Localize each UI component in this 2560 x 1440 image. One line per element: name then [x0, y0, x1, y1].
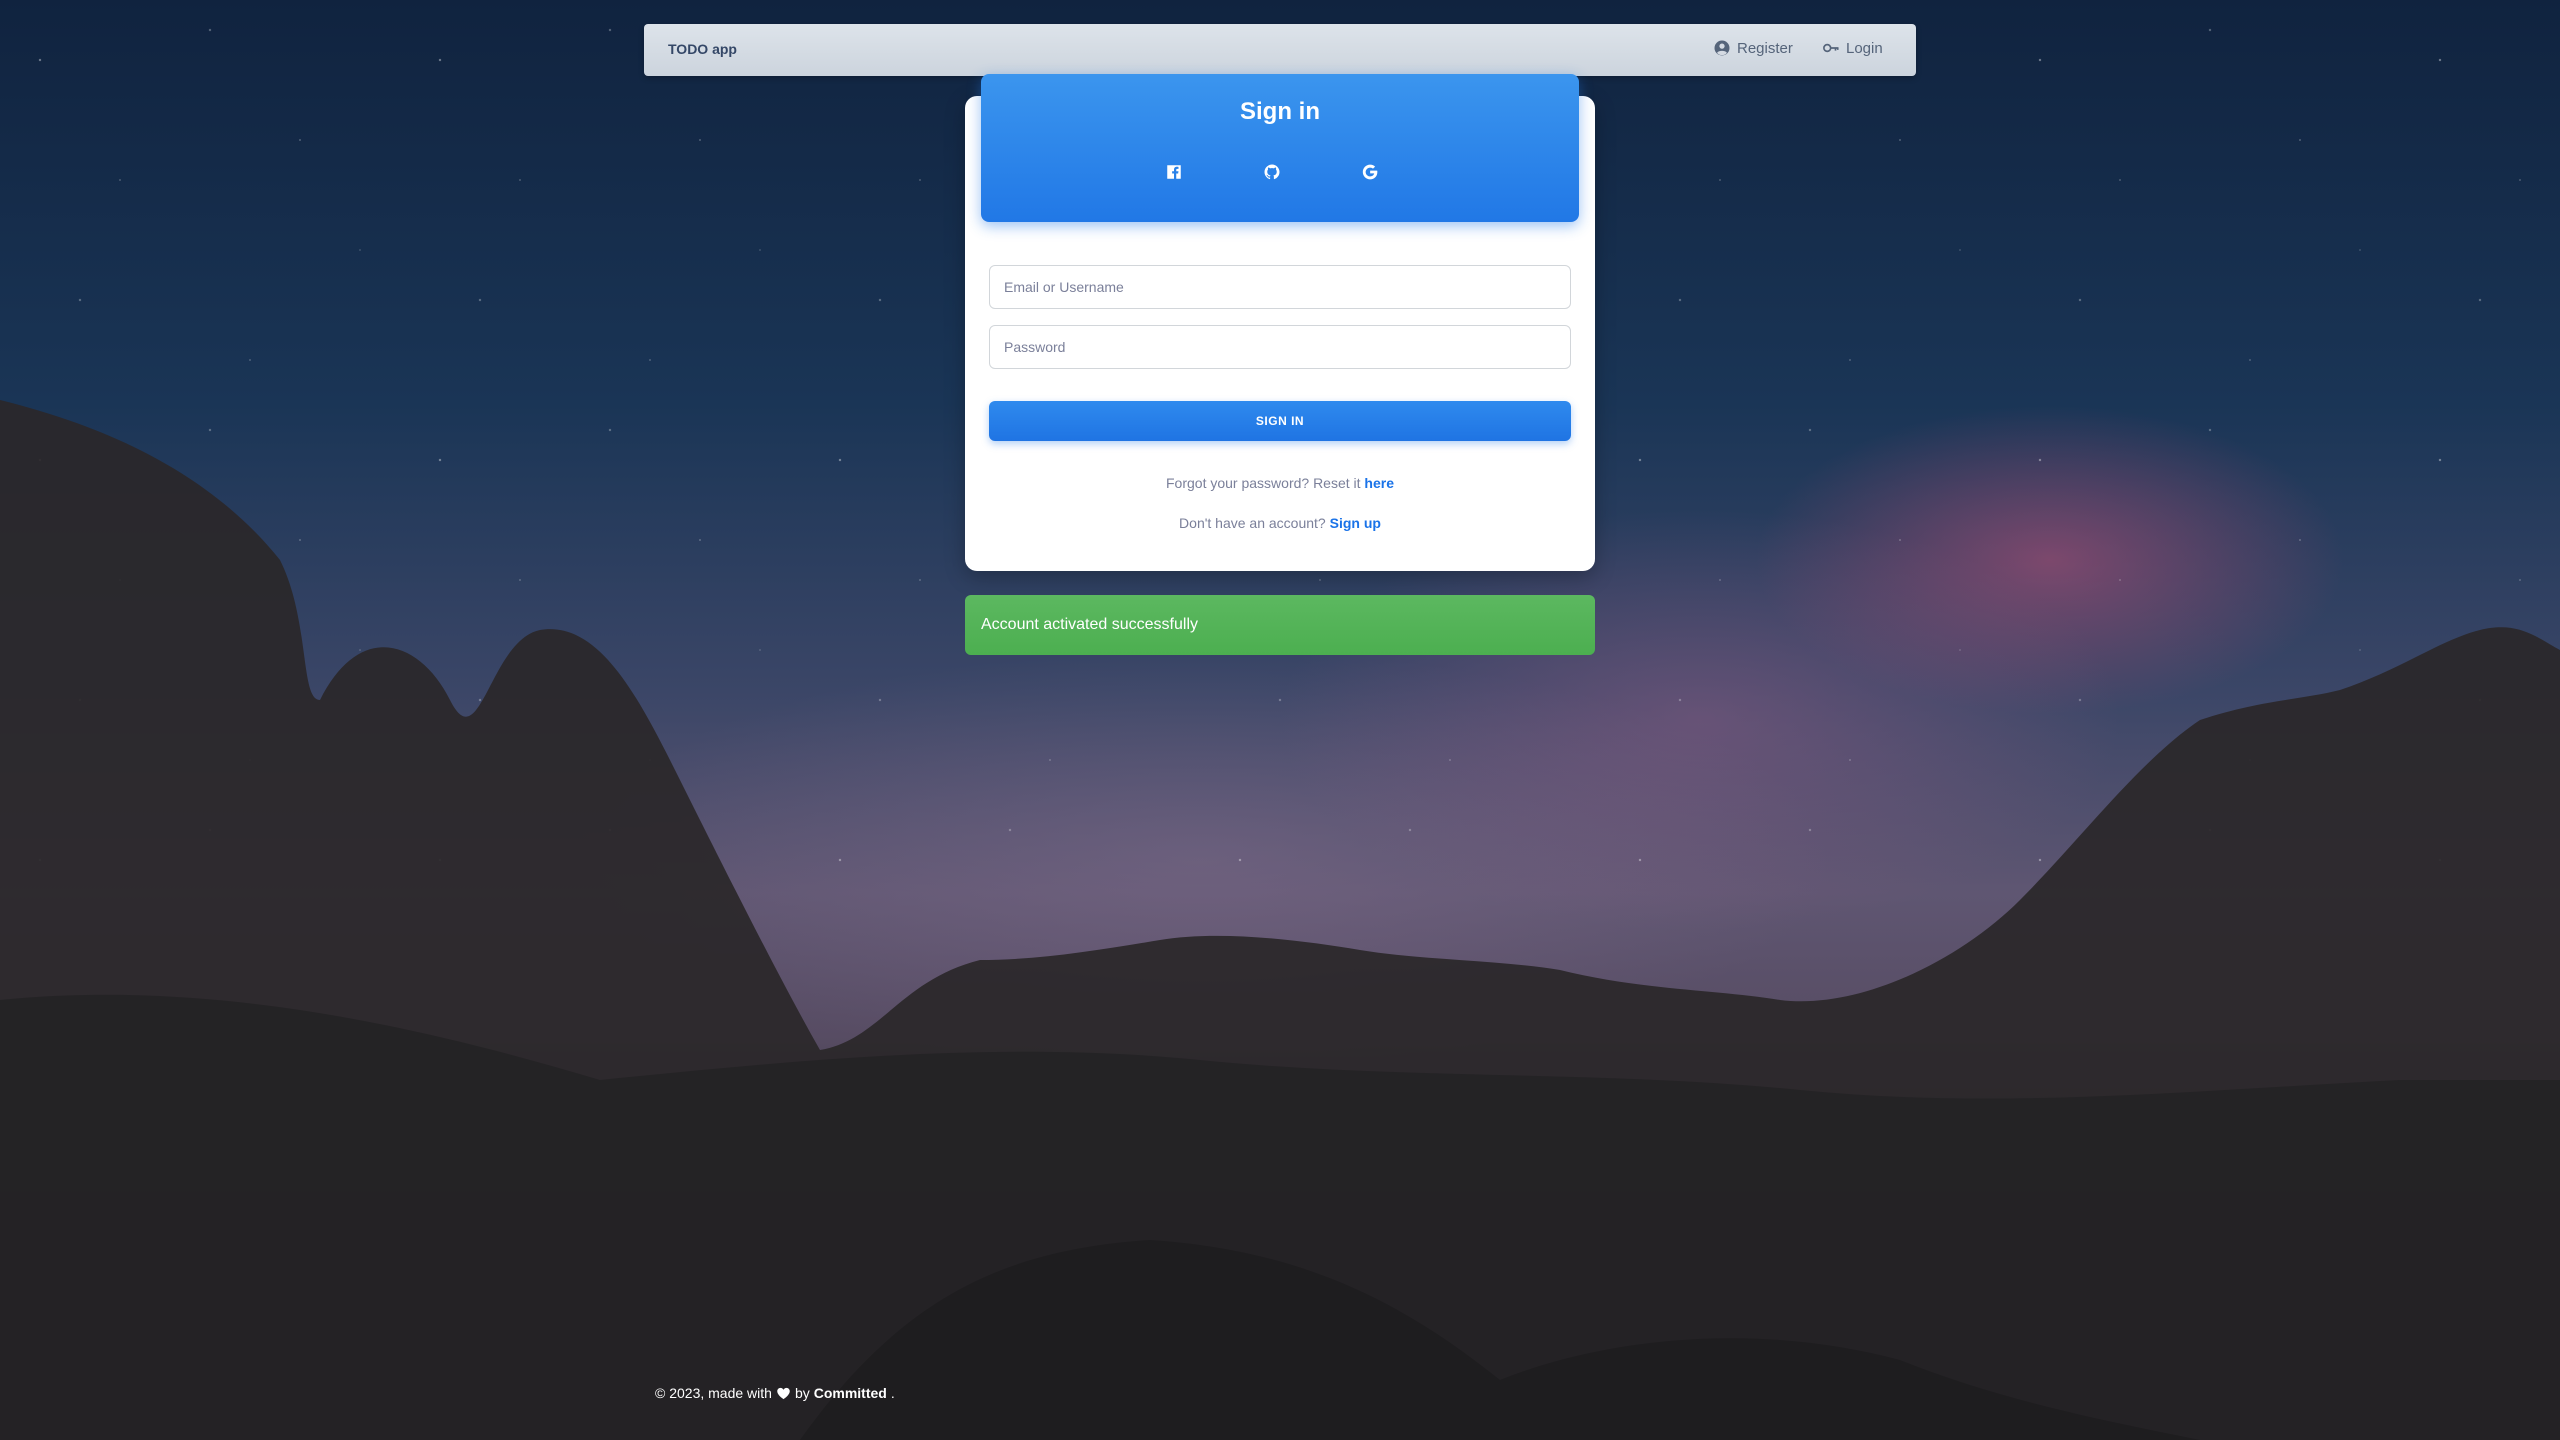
facebook-login-button[interactable]: [1162, 160, 1186, 184]
forgot-password-text: Forgot your password? Reset it: [1166, 475, 1365, 491]
login-link[interactable]: Login: [1822, 39, 1883, 57]
register-link[interactable]: Register: [1713, 39, 1793, 57]
google-icon: [1362, 164, 1378, 180]
user-circle-icon: [1714, 40, 1730, 56]
signup-link[interactable]: Sign up: [1330, 515, 1381, 531]
footer-by: by: [794, 1385, 810, 1401]
footer-prefix: © 2023, made with: [655, 1385, 772, 1401]
success-alert: Account activated successfully: [965, 595, 1595, 655]
forgot-password-line: Forgot your password? Reset it here: [965, 475, 1595, 491]
signin-card-header: Sign in: [981, 74, 1579, 222]
footer-suffix: .: [890, 1385, 895, 1401]
signin-card: Sign in SIGN IN Forgot your password? Re…: [965, 74, 1595, 571]
key-icon: [1823, 43, 1839, 53]
signin-title: Sign in: [1240, 98, 1320, 125]
google-login-button[interactable]: [1358, 160, 1382, 184]
register-label: Register: [1737, 39, 1793, 57]
password-input[interactable]: [989, 325, 1571, 369]
signup-text: Don't have an account?: [1179, 515, 1330, 531]
facebook-icon: [1167, 165, 1181, 179]
brand-title[interactable]: TODO app: [668, 41, 737, 57]
github-icon: [1264, 164, 1280, 180]
login-label: Login: [1846, 39, 1883, 57]
signin-button[interactable]: SIGN IN: [989, 401, 1571, 441]
author-link[interactable]: Committed: [814, 1385, 887, 1401]
reset-password-link[interactable]: here: [1364, 475, 1394, 491]
email-username-input[interactable]: [989, 265, 1571, 309]
signup-line: Don't have an account? Sign up: [965, 515, 1595, 531]
heart-icon: [777, 1387, 790, 1399]
footer: © 2023, made with by Committed .: [655, 1385, 895, 1401]
github-login-button[interactable]: [1260, 160, 1284, 184]
alert-message: Account activated successfully: [981, 616, 1198, 633]
navbar: TODO app Register Login: [644, 24, 1916, 76]
